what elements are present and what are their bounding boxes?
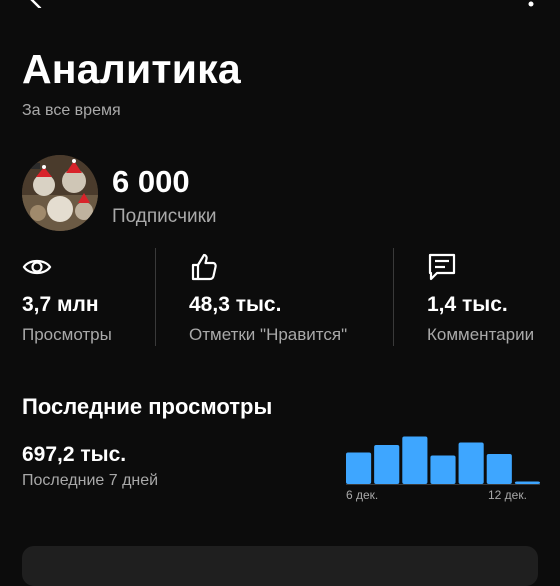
chart-axis: [346, 484, 540, 485]
comment-icon: [427, 252, 457, 282]
stat-comments-label: Комментарии: [427, 325, 535, 344]
chart-tick-start: 6 дек.: [346, 488, 379, 502]
stat-divider: [155, 248, 156, 346]
recent-views-chart[interactable]: [346, 434, 540, 484]
stat-likes-value: 48,3 тыс.: [189, 293, 282, 316]
subscribers-label: Подписчики: [112, 206, 217, 227]
chart-bar-9 дек.[interactable]: [430, 455, 456, 485]
chart-tick-end: 12 дек.: [488, 488, 527, 502]
chart-bar-8 дек.[interactable]: [402, 436, 428, 485]
chart-bar-6 дек.[interactable]: [346, 452, 372, 485]
top-bar: [0, 0, 560, 12]
recent-views-period: Последние 7 дней: [22, 472, 159, 489]
page-title: Аналитика: [22, 46, 241, 92]
back-arrow-icon[interactable]: [26, 0, 46, 10]
chart-bar-11 дек.[interactable]: [486, 454, 512, 484]
channel-avatar[interactable]: [22, 155, 98, 231]
recent-views-title: Последние просмотры: [22, 394, 273, 419]
subscribers-count: 6 000: [112, 164, 190, 199]
more-options-icon[interactable]: [526, 0, 536, 8]
stat-comments-value: 1,4 тыс.: [427, 293, 508, 316]
eye-icon: [22, 252, 52, 282]
stat-views-label: Просмотры: [22, 325, 112, 344]
stat-likes-label: Отметки "Нравится": [189, 325, 348, 344]
chart-bar-10 дек.[interactable]: [458, 442, 484, 485]
stat-views-value: 3,7 млн: [22, 293, 99, 316]
recent-views-value: 697,2 тыс.: [22, 443, 127, 466]
thumbs-up-icon: [189, 252, 219, 282]
chart-bar-7 дек.[interactable]: [374, 445, 400, 484]
stat-divider: [393, 248, 394, 346]
bottom-card[interactable]: [22, 546, 538, 586]
page-subtitle: За все время: [22, 102, 121, 119]
